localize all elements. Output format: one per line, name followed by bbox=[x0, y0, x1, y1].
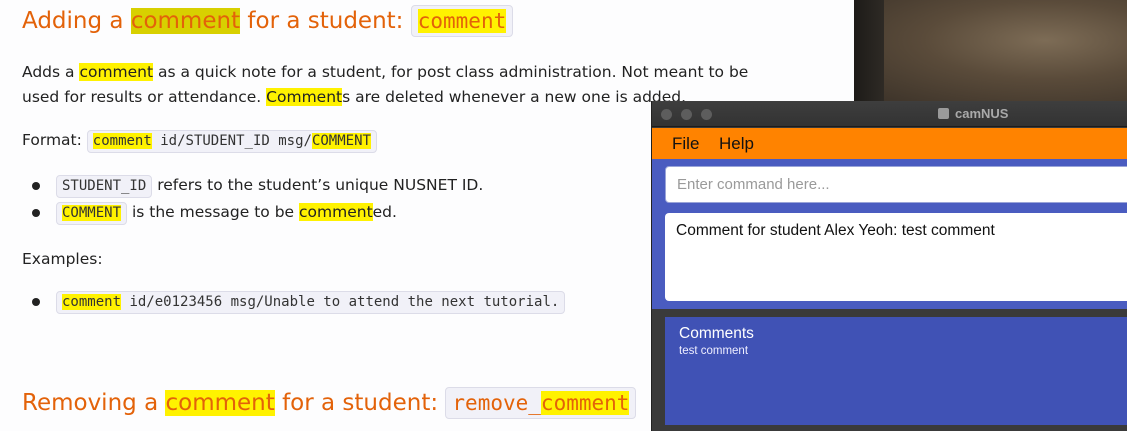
search-highlight: comment bbox=[130, 8, 241, 34]
command-code: remove_comment bbox=[445, 387, 637, 419]
param-text: refers to the student’s unique NUSNET ID… bbox=[152, 176, 484, 194]
desktop-wallpaper bbox=[854, 0, 1127, 101]
search-highlight: COMMENT bbox=[311, 133, 371, 149]
code-text: id/e0123456 msg/Unable to attend the nex… bbox=[121, 294, 560, 310]
window-title: camNUS bbox=[652, 101, 1127, 127]
example-code: comment id/e0123456 msg/Unable to attend… bbox=[56, 291, 566, 314]
code-text: remove_ bbox=[452, 391, 541, 415]
search-highlight: comment bbox=[92, 133, 152, 149]
param-comment: COMMENT is the message to be commented. bbox=[56, 200, 397, 225]
command-code: comment bbox=[410, 5, 514, 37]
format-label: Format: bbox=[22, 131, 87, 149]
heading-removing-comment: Removing a comment for a student: remove… bbox=[22, 386, 637, 420]
examples-label: Examples: bbox=[22, 250, 103, 268]
param-text: is the message to be bbox=[127, 203, 299, 221]
text: used for results or attendance. bbox=[22, 88, 267, 106]
command-area: Comment for student Alex Yeoh: test comm… bbox=[652, 159, 1127, 309]
comments-title: Comments bbox=[679, 325, 754, 342]
bullet bbox=[32, 298, 40, 306]
text: s are deleted whenever a new one is adde… bbox=[342, 88, 687, 106]
search-highlight: Comment bbox=[266, 88, 343, 106]
result-display: Comment for student Alex Yeoh: test comm… bbox=[665, 213, 1127, 301]
param-code: STUDENT_ID bbox=[56, 175, 153, 198]
heading-text: Adding a bbox=[22, 8, 131, 34]
menu-bar: File Help bbox=[652, 128, 1127, 159]
search-highlight: comment bbox=[417, 9, 507, 33]
param-student-id: STUDENT_ID refers to the student’s uniqu… bbox=[56, 173, 483, 198]
search-highlight: comment bbox=[299, 203, 373, 221]
window-edge bbox=[854, 0, 884, 101]
code-text: id/STUDENT_ID msg/ bbox=[151, 133, 312, 149]
comments-text: test comment bbox=[679, 345, 749, 357]
param-code: COMMENT bbox=[56, 202, 128, 225]
app-icon bbox=[938, 108, 949, 119]
menu-file[interactable]: File bbox=[672, 128, 699, 159]
description-line-2: used for results or attendance. Comments… bbox=[22, 85, 686, 110]
text: as a quick note for a student, for post … bbox=[153, 63, 749, 81]
bullet bbox=[32, 182, 40, 190]
camnus-window: camNUS File Help Comment for student Ale… bbox=[651, 101, 1127, 431]
search-highlight: comment bbox=[79, 63, 154, 81]
heading-adding-comment: Adding a comment for a student: comment bbox=[22, 4, 514, 38]
text: Adds a bbox=[22, 63, 80, 81]
search-highlight: comment bbox=[540, 391, 630, 415]
window-title-text: camNUS bbox=[955, 106, 1009, 121]
format-line: Format: comment id/STUDENT_ID msg/COMMEN… bbox=[22, 128, 377, 153]
menu-help[interactable]: Help bbox=[719, 128, 754, 159]
search-highlight: COMMENT bbox=[62, 205, 122, 221]
title-bar[interactable]: camNUS bbox=[652, 101, 1127, 127]
description-line-1: Adds a comment as a quick note for a stu… bbox=[22, 60, 748, 85]
search-highlight: comment bbox=[165, 390, 275, 416]
bullet bbox=[32, 209, 40, 217]
heading-text: for a student: bbox=[240, 8, 411, 34]
command-input[interactable] bbox=[665, 166, 1127, 203]
example-item: comment id/e0123456 msg/Unable to attend… bbox=[56, 289, 566, 314]
format-code: comment id/STUDENT_ID msg/COMMENT bbox=[86, 130, 377, 153]
comments-panel: Comments test comment bbox=[665, 317, 1127, 425]
param-text: ed. bbox=[372, 203, 397, 221]
heading-text: for a student: bbox=[274, 390, 446, 416]
heading-text: Removing a bbox=[22, 390, 166, 416]
search-highlight: comment bbox=[62, 294, 122, 310]
